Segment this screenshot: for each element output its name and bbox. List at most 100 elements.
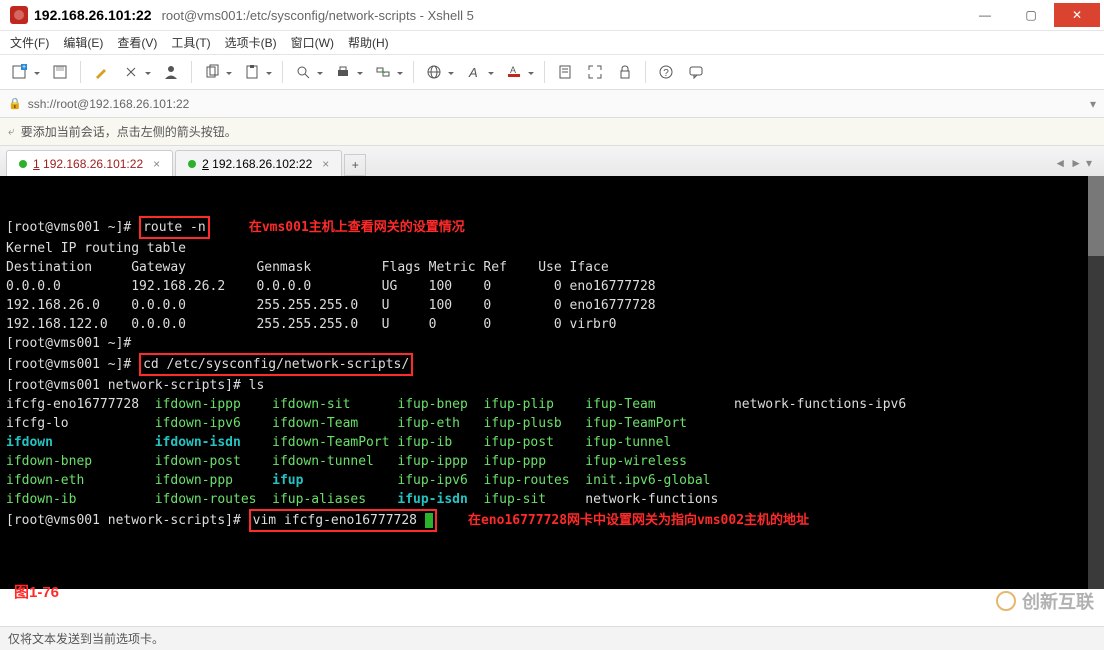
- ls-item: ifup-TeamPort: [585, 416, 687, 431]
- tab-close-icon[interactable]: ×: [322, 157, 329, 171]
- ls-item: ifdown-Team: [272, 416, 358, 431]
- lock-icon[interactable]: [611, 58, 639, 86]
- copy-icon[interactable]: [198, 58, 226, 86]
- title-path: root@vms001:/etc/sysconfig/network-scrip…: [162, 8, 474, 23]
- prompt: [root@vms001 ~]#: [6, 357, 139, 372]
- ls-item: ifup-ippp: [397, 454, 467, 469]
- tab-close-icon[interactable]: ×: [153, 157, 160, 171]
- toolbar-divider: [645, 61, 646, 83]
- ls-item: ifdown: [6, 435, 53, 450]
- address-dropdown-icon[interactable]: ▾: [1090, 97, 1096, 111]
- watermark: 创新互联: [996, 588, 1094, 614]
- ls-item: ifdown-isdn: [155, 435, 241, 450]
- toolbar-divider: [80, 61, 81, 83]
- ls-item: ifdown-ppp: [155, 473, 233, 488]
- ls-item: ifup-sit: [483, 492, 546, 507]
- ls-item: ifdown-ippp: [155, 397, 241, 412]
- tab-strip: 1 192.168.26.101:22 × 2 192.168.26.102:2…: [0, 146, 1104, 176]
- tab-scroll-right-icon[interactable]: ►: [1070, 156, 1082, 170]
- paste-icon[interactable]: [238, 58, 266, 86]
- ls-item: ifup-plusb: [483, 416, 561, 431]
- status-dot-icon: [188, 160, 196, 168]
- title-host: 192.168.26.101:22: [34, 7, 152, 23]
- status-bar: 仅将文本发送到当前选项卡。: [0, 626, 1104, 650]
- address-text[interactable]: ssh://root@192.168.26.101:22: [28, 97, 1090, 111]
- terminal-scrollbar[interactable]: [1088, 176, 1104, 589]
- annotation-route: 在vms001主机上查看网关的设置情况: [249, 220, 465, 235]
- maximize-button[interactable]: ▢: [1008, 3, 1054, 27]
- minimize-button[interactable]: —: [962, 3, 1008, 27]
- menu-tool[interactable]: 工具(T): [171, 34, 210, 51]
- toolbar-divider: [282, 61, 283, 83]
- script-icon[interactable]: [551, 58, 579, 86]
- profile-icon[interactable]: [157, 58, 185, 86]
- prompt: [root@vms001 ~]#: [6, 336, 131, 351]
- watermark-icon: [996, 591, 1016, 611]
- menu-edit[interactable]: 编辑(E): [63, 34, 103, 51]
- ls-item: ifup-wireless: [585, 454, 687, 469]
- ls-item: ifdown-sit: [272, 397, 350, 412]
- ls-item: ifup-eth: [397, 416, 460, 431]
- session-tab-2[interactable]: 2 192.168.26.102:22 ×: [175, 150, 342, 176]
- menu-window[interactable]: 窗口(W): [291, 34, 334, 51]
- menu-tabs[interactable]: 选项卡(B): [225, 34, 277, 51]
- ls-item: ifup-tunnel: [585, 435, 671, 450]
- watermark-text: 创新互联: [1022, 588, 1094, 614]
- menu-view[interactable]: 查看(V): [117, 34, 157, 51]
- app-logo-icon: [10, 6, 28, 24]
- prompt: [root@vms001 ~]#: [6, 220, 139, 235]
- cursor: _: [425, 513, 433, 528]
- prompt-ls: [root@vms001 network-scripts]# ls: [6, 378, 264, 393]
- cmd-cd: cd /etc/sysconfig/network-scripts/: [139, 353, 413, 376]
- address-bar: 🔒 ssh://root@192.168.26.101:22 ▾: [0, 90, 1104, 118]
- reconnect-icon[interactable]: [117, 58, 145, 86]
- tab-scroll-left-icon[interactable]: ◄: [1054, 156, 1066, 170]
- ls-item: ifdown-ipv6: [155, 416, 241, 431]
- transfer-icon[interactable]: [369, 58, 397, 86]
- new-session-icon[interactable]: +: [6, 58, 34, 86]
- ls-item: ifdown-tunnel: [272, 454, 374, 469]
- tab-menu-icon[interactable]: ▾: [1086, 156, 1092, 170]
- ls-item: ifdown-TeamPort: [272, 435, 389, 450]
- ls-item: ifdown-eth: [6, 473, 84, 488]
- ls-item: network-functions: [585, 492, 718, 507]
- toolbar-divider: [413, 61, 414, 83]
- session-tab-1[interactable]: 1 192.168.26.101:22 ×: [6, 150, 173, 176]
- brush-icon[interactable]: [87, 58, 115, 86]
- font-icon[interactable]: A: [460, 58, 488, 86]
- out-row: 0.0.0.0 192.168.26.2 0.0.0.0 UG 100 0 0 …: [6, 279, 656, 294]
- tab2-index: 2: [202, 157, 209, 171]
- help-icon[interactable]: ?: [652, 58, 680, 86]
- ls-item: ifup-post: [483, 435, 553, 450]
- globe-icon[interactable]: [420, 58, 448, 86]
- ls-item: ifcfg-eno16777728: [6, 397, 139, 412]
- ls-item: ifup-bnep: [397, 397, 467, 412]
- figure-label: 图1-76: [14, 581, 59, 602]
- fullscreen-icon[interactable]: [581, 58, 609, 86]
- tab1-label: 192.168.26.101:22: [40, 157, 143, 171]
- cmd-vim: vim ifcfg-eno16777728 _: [249, 509, 437, 532]
- out-row: 192.168.26.0 0.0.0.0 255.255.255.0 U 100…: [6, 298, 656, 313]
- ls-item: ifup: [272, 473, 303, 488]
- ls-item: ifup-ppp: [483, 454, 546, 469]
- close-button[interactable]: ✕: [1054, 3, 1100, 27]
- annotation-vim: 在eno16777728网卡中设置网关为指向vms002主机的地址: [468, 513, 809, 528]
- print-icon[interactable]: [329, 58, 357, 86]
- menu-file[interactable]: 文件(F): [10, 34, 49, 51]
- cmd-route: route -n: [139, 216, 210, 239]
- terminal[interactable]: [root@vms001 ~]# route -n 在vms001主机上查看网关…: [0, 176, 1104, 589]
- color-icon[interactable]: A: [500, 58, 528, 86]
- menubar: 文件(F) 编辑(E) 查看(V) 工具(T) 选项卡(B) 窗口(W) 帮助(…: [0, 30, 1104, 54]
- add-tab-button[interactable]: +: [344, 154, 366, 176]
- tab-scrollers: ◄ ► ▾: [1048, 150, 1098, 176]
- menu-help[interactable]: 帮助(H): [348, 34, 389, 51]
- hint-bar: ⤶ 要添加当前会话，点击左侧的箭头按钮。: [0, 118, 1104, 146]
- chat-icon[interactable]: [682, 58, 710, 86]
- find-icon[interactable]: [289, 58, 317, 86]
- ls-item: ifup-routes: [484, 473, 570, 488]
- ls-item: ifdown-routes: [155, 492, 257, 507]
- toolbar: + A A ?: [0, 54, 1104, 90]
- hint-arrow-icon[interactable]: ⤶: [8, 124, 15, 139]
- save-icon[interactable]: [46, 58, 74, 86]
- toolbar-divider: [191, 61, 192, 83]
